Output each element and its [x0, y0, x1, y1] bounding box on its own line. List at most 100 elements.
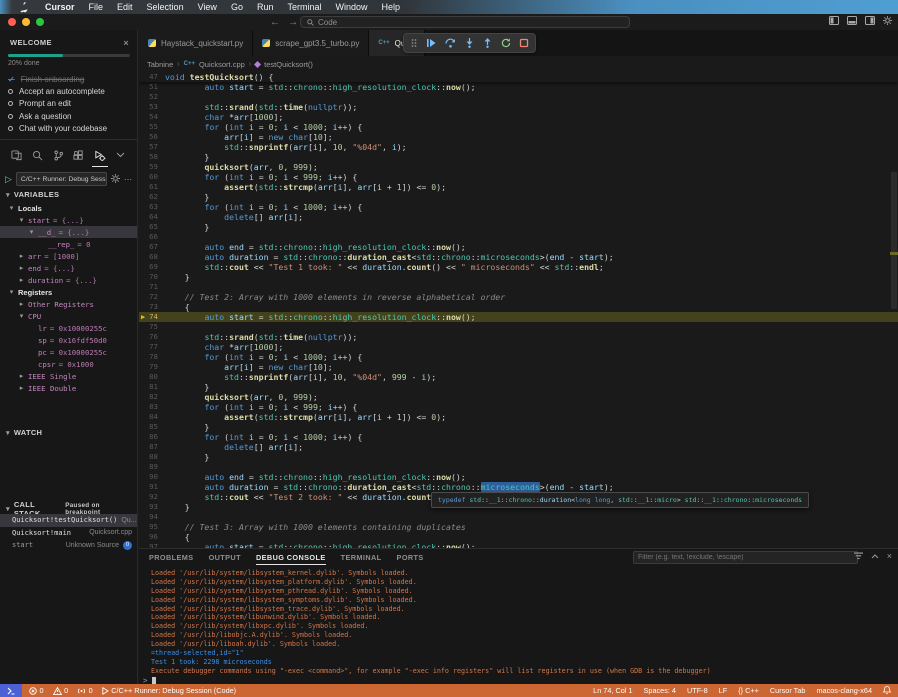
welcome-checklist-item[interactable]: Chat with your codebase	[8, 123, 133, 135]
line-number[interactable]: 67	[139, 242, 165, 252]
code-line[interactable]: 61 assert(std::strcmp(arr[i], arr[i + 1]…	[139, 182, 898, 192]
debug-gear-icon[interactable]	[111, 174, 120, 185]
line-number[interactable]: 72	[139, 292, 165, 302]
code-line[interactable]: 88 }	[139, 452, 898, 462]
variable-row[interactable]: pc = 0x10000255c	[0, 346, 137, 358]
variable-row[interactable]: ▸duration = {...}	[0, 274, 137, 286]
minimize-window-button[interactable]	[22, 18, 30, 26]
welcome-checklist-item[interactable]: Prompt an edit	[8, 98, 133, 110]
line-number[interactable]: 69	[139, 262, 165, 272]
line-number[interactable]: 81	[139, 382, 165, 392]
code-line[interactable]: 58 }	[139, 152, 898, 162]
code-line[interactable]: 96 {	[139, 532, 898, 542]
line-number[interactable]: 77	[139, 342, 165, 352]
variable-row[interactable]: ▸arr = [1000]	[0, 250, 137, 262]
explorer-icon[interactable]	[8, 146, 24, 164]
menu-terminal[interactable]: Terminal	[280, 0, 328, 14]
zoom-window-button[interactable]	[36, 18, 44, 26]
menu-view[interactable]: View	[191, 0, 224, 14]
line-number[interactable]: 83	[139, 402, 165, 412]
variable-row[interactable]: ▾Locals	[0, 202, 137, 214]
breadcrumb-file[interactable]: Quicksort.cpp	[199, 60, 245, 69]
menu-run[interactable]: Run	[250, 0, 281, 14]
variable-row[interactable]: sp = 0x16fdf50d0	[0, 334, 137, 346]
apple-menu-icon[interactable]	[20, 2, 28, 12]
line-number[interactable]: 54	[139, 112, 165, 122]
code-line[interactable]: 72 // Test 2: Array with 1000 elements i…	[139, 292, 898, 302]
code-line[interactable]: 75	[139, 322, 898, 332]
debug-session-indicator[interactable]: C/C++ Runner: Debug Session (Code)	[102, 686, 236, 695]
code-line[interactable]: 79 arr[i] = new char[10];	[139, 362, 898, 372]
variable-row[interactable]: ▸Other Registers	[0, 298, 137, 310]
line-number[interactable]: 52	[139, 92, 165, 102]
panel-tab[interactable]: PROBLEMS	[149, 549, 194, 566]
remote-indicator[interactable]	[0, 684, 22, 697]
variable-row[interactable]: ▾Registers	[0, 286, 137, 298]
panel-tab[interactable]: TERMINAL	[341, 549, 382, 566]
line-number[interactable]: 78	[139, 352, 165, 362]
variable-row[interactable]: ▸IEEE Single	[0, 370, 137, 382]
code-line[interactable]: 71	[139, 282, 898, 292]
line-number[interactable]: 71	[139, 282, 165, 292]
line-number[interactable]: 63	[139, 202, 165, 212]
warnings-indicator[interactable]: 0	[53, 686, 69, 695]
line-number[interactable]: 79	[139, 362, 165, 372]
welcome-close-icon[interactable]: ×	[123, 38, 129, 48]
code-line[interactable]: 55 for (int i = 0; i < 1000; i++) {	[139, 122, 898, 132]
code-line[interactable]: 81 }	[139, 382, 898, 392]
code-line[interactable]: 65 }	[139, 222, 898, 232]
line-number[interactable]: 75	[139, 322, 165, 332]
code-line[interactable]: 53 std::srand(std::time(nullptr));	[139, 102, 898, 112]
status-item[interactable]: Cursor Tab	[770, 686, 806, 695]
source-control-icon[interactable]	[50, 146, 66, 164]
code-line[interactable]: 70 }	[139, 272, 898, 282]
run-and-debug-icon[interactable]	[92, 146, 108, 164]
status-item[interactable]: LF	[719, 686, 728, 695]
line-number[interactable]: 60	[139, 172, 165, 182]
code-line[interactable]: 52	[139, 92, 898, 102]
notifications-bell-icon[interactable]	[883, 686, 891, 695]
panel-tab[interactable]: DEBUG CONSOLE	[256, 549, 326, 566]
code-line[interactable]: 54 char *arr[1000];	[139, 112, 898, 122]
code-line[interactable]: 90 auto end = std::chrono::high_resoluti…	[139, 472, 898, 482]
variable-row[interactable]: __rep_ = 0	[0, 238, 137, 250]
code-line[interactable]: 78 for (int i = 0; i < 1000; i++) {	[139, 352, 898, 362]
code-line[interactable]: 59 quicksort(arr, 0, 999);	[139, 162, 898, 172]
code-line[interactable]: 67 auto end = std::chrono::high_resoluti…	[139, 242, 898, 252]
menu-help[interactable]: Help	[375, 0, 408, 14]
sticky-scroll-line[interactable]: 47void testQuicksort() {	[139, 72, 898, 82]
command-center-search[interactable]: Code	[300, 16, 630, 28]
step-into-icon[interactable]	[465, 38, 474, 48]
call-stack-frame[interactable]: Quicksort!mainQuicksort.cpp	[0, 527, 137, 540]
console-filter-input[interactable]	[633, 551, 858, 564]
step-over-icon[interactable]	[445, 38, 456, 48]
line-number[interactable]: 88	[139, 452, 165, 462]
stop-icon[interactable]	[520, 39, 528, 47]
line-number[interactable]: 82	[139, 392, 165, 402]
code-line[interactable]: 57 std::snprintf(arr[i], 10, "%04d", i);	[139, 142, 898, 152]
variables-section-header[interactable]: ▾VARIABLES	[6, 190, 133, 199]
code-line[interactable]: 83 for (int i = 0; i < 999; i++) {	[139, 402, 898, 412]
toggle-primary-sidebar-icon[interactable]	[829, 16, 839, 25]
code-editor[interactable]: 47void testQuicksort() { 51 auto start =…	[139, 72, 898, 548]
status-item[interactable]: Ln 74, Col 1	[593, 686, 632, 695]
code-line[interactable]: 63 for (int i = 0; i < 1000; i++) {	[139, 202, 898, 212]
status-item[interactable]: macos-clang-x64	[816, 686, 872, 695]
debug-more-actions-icon[interactable]: ⋯	[124, 175, 132, 184]
menu-window[interactable]: Window	[328, 0, 374, 14]
errors-indicator[interactable]: 0	[29, 686, 44, 695]
code-line[interactable]: 60 for (int i = 0; i < 999; i++) {	[139, 172, 898, 182]
debug-config-select[interactable]: C/C++ Runner: Debug Sess ⌄	[16, 172, 107, 186]
editor-tab[interactable]: scrape_gpt3.5_turbo.py	[253, 30, 369, 56]
line-number[interactable]: 51	[139, 82, 165, 92]
restart-icon[interactable]	[501, 38, 511, 48]
variable-row[interactable]: cpsr = 0x1000	[0, 358, 137, 370]
close-panel-icon[interactable]: ×	[887, 551, 892, 561]
code-line[interactable]: 56 arr[i] = new char[10];	[139, 132, 898, 142]
step-out-icon[interactable]	[483, 38, 492, 48]
toolbar-drag-handle[interactable]	[411, 38, 417, 48]
toggle-secondary-sidebar-icon[interactable]	[865, 16, 875, 25]
close-window-button[interactable]	[8, 18, 16, 26]
code-line[interactable]: 86 for (int i = 0; i < 1000; i++) {	[139, 432, 898, 442]
line-number[interactable]: 89	[139, 462, 165, 472]
